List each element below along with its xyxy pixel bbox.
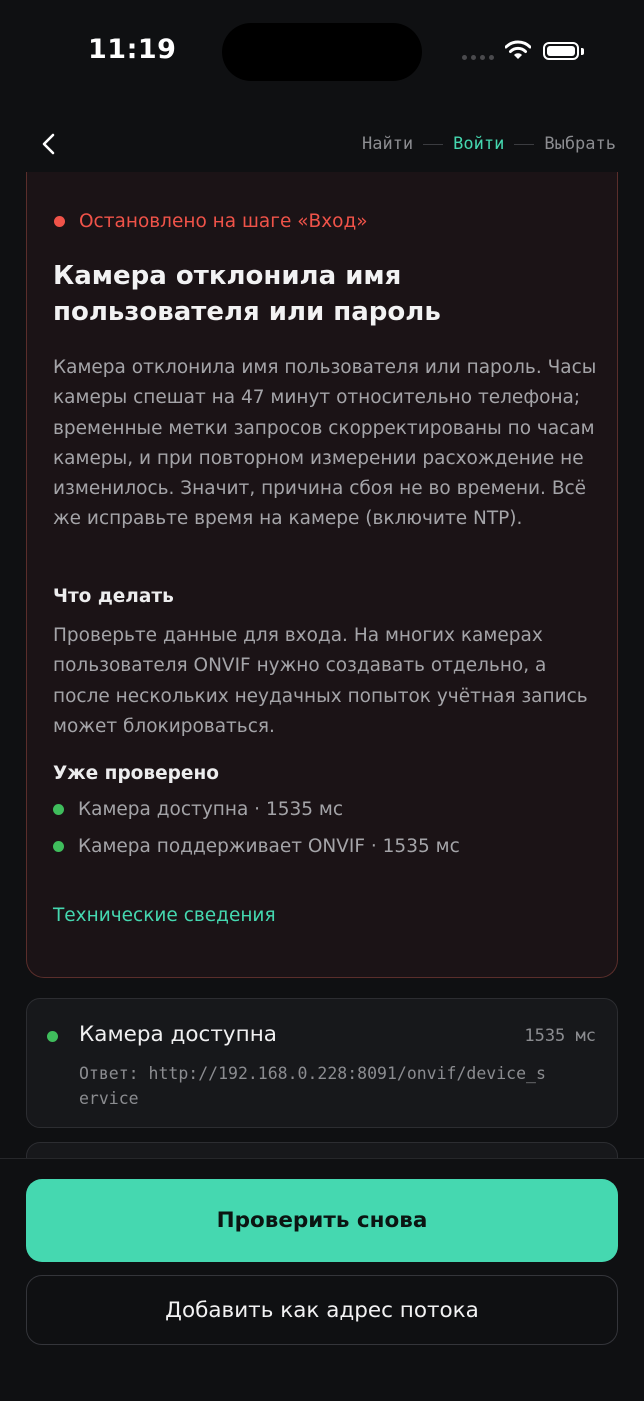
checked-item-text: Камера поддерживает ONVIF · 1535 мс (78, 836, 460, 857)
error-status: Остановлено на шаге «Вход» (54, 211, 368, 232)
step-login: Войти (453, 134, 505, 154)
battery-icon (543, 42, 584, 62)
error-description: Камера отклонила имя пользователя или па… (53, 357, 597, 530)
checked-item: Камера доступна · 1535 мс (53, 799, 343, 820)
chevron-left-icon (42, 133, 55, 155)
step-find: Найти (361, 134, 414, 154)
technical-details-link[interactable]: Технические сведения (53, 905, 276, 926)
wifi-icon (504, 40, 532, 64)
step-card-response: Ответ: http://192.168.0.228:8091/onvif/d… (79, 1064, 546, 1108)
checked-heading: Уже проверено (53, 763, 219, 784)
step-card-duration: 1535 мс (524, 1026, 596, 1046)
step-divider (423, 143, 444, 145)
what-to-do-body: Проверьте данные для входа. На многих ка… (53, 625, 588, 737)
dynamic-island (222, 23, 422, 81)
cellular-signal-icon (462, 55, 496, 61)
checked-item-text: Камера доступна · 1535 мс (78, 799, 344, 820)
error-status-text: Остановлено на шаге «Вход» (79, 211, 368, 232)
success-dot-icon (47, 1031, 58, 1042)
success-dot-icon (53, 841, 64, 852)
back-button[interactable] (36, 130, 64, 158)
checked-item: Камера поддерживает ONVIF · 1535 мс (53, 836, 460, 857)
add-stream-button[interactable]: Добавить как адрес потока (26, 1275, 618, 1345)
retry-button[interactable]: Проверить снова (26, 1179, 618, 1262)
success-dot-icon (53, 804, 64, 815)
step-select: Выбрать (544, 134, 616, 154)
status-time: 11:19 (88, 34, 177, 65)
error-title: Камера отклонила имя пользователя или па… (53, 261, 441, 327)
error-dot-icon (54, 216, 65, 227)
step-card-title: Камера доступна (79, 1022, 277, 1047)
step-divider (514, 143, 535, 145)
what-to-do-heading: Что делать (53, 586, 174, 607)
step-indicator: Найти Войти Выбрать (362, 134, 616, 154)
